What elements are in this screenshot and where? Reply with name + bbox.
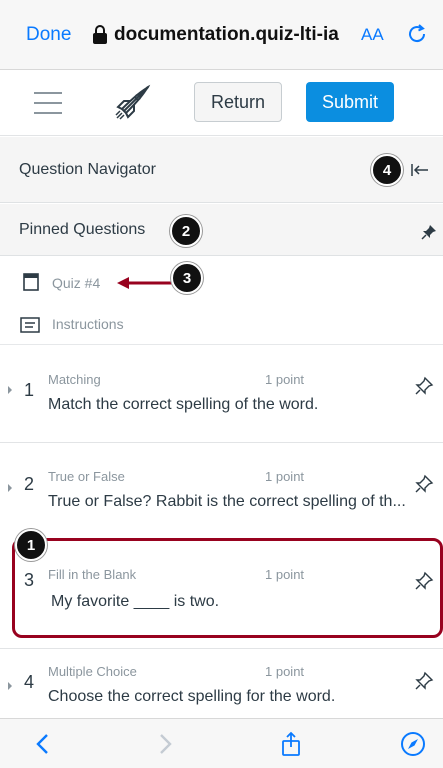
compass-icon[interactable] bbox=[400, 731, 426, 757]
rocket-icon bbox=[115, 84, 151, 120]
question-type: True or False bbox=[48, 469, 125, 484]
quiz-link[interactable]: Quiz #4 bbox=[0, 257, 443, 305]
collapse-navigator-icon[interactable] bbox=[410, 162, 430, 178]
pin-outline-icon[interactable] bbox=[414, 671, 434, 691]
question-number: 1 bbox=[24, 380, 35, 400]
question-text: Match the correct spelling of the word. bbox=[48, 396, 319, 413]
done-button[interactable]: Done bbox=[26, 24, 71, 46]
question-text: True or False? Rabbit is the correct spe… bbox=[48, 493, 406, 510]
question-number: 2 bbox=[24, 474, 35, 494]
quiz-title: Quiz #4 bbox=[52, 275, 101, 291]
back-icon[interactable] bbox=[30, 731, 56, 757]
callout-3: 3 bbox=[171, 262, 203, 294]
question-points: 1 point bbox=[265, 664, 305, 679]
submit-button[interactable]: Submit bbox=[306, 82, 394, 122]
question-number: 4 bbox=[24, 672, 35, 692]
instructions-link[interactable]: Instructions bbox=[0, 305, 443, 345]
forward-icon[interactable] bbox=[152, 731, 178, 757]
caret-right-icon bbox=[8, 484, 12, 492]
highlight-box bbox=[12, 538, 443, 638]
caret-right-icon bbox=[8, 386, 12, 394]
question-item-2[interactable]: 2 True or False 1 point True or False? R… bbox=[0, 443, 443, 533]
question-item-1[interactable]: 1 Matching 1 point Match the correct spe… bbox=[0, 346, 443, 442]
hamburger-icon[interactable] bbox=[34, 92, 62, 114]
question-type: Matching bbox=[48, 372, 101, 387]
return-button[interactable]: Return bbox=[194, 82, 282, 122]
question-points: 1 point bbox=[265, 372, 305, 387]
lock-icon bbox=[93, 25, 107, 44]
caret-right-icon bbox=[8, 682, 12, 690]
pin-filled-icon bbox=[421, 225, 436, 240]
reload-icon[interactable] bbox=[406, 23, 428, 45]
question-text: Choose the correct spelling for the word… bbox=[48, 688, 336, 705]
question-points: 1 point bbox=[265, 469, 305, 484]
browser-top-bar: Done documentation.quiz-lti-ia AA bbox=[0, 0, 443, 70]
browser-bottom-bar bbox=[0, 718, 443, 768]
instructions-label: Instructions bbox=[52, 316, 124, 332]
share-icon[interactable] bbox=[278, 731, 304, 757]
quiz-document-icon bbox=[23, 273, 39, 291]
question-navigator-title: Question Navigator bbox=[19, 161, 156, 178]
callout-2: 2 bbox=[170, 215, 202, 247]
pin-outline-icon[interactable] bbox=[414, 376, 434, 396]
quiz-toolbar: Return Submit bbox=[0, 70, 443, 136]
instructions-icon bbox=[20, 317, 40, 333]
pin-outline-icon[interactable] bbox=[414, 474, 434, 494]
question-item-4[interactable]: 4 Multiple Choice 1 point Choose the cor… bbox=[0, 649, 443, 717]
question-type: Multiple Choice bbox=[48, 664, 137, 679]
callout-4: 4 bbox=[371, 154, 403, 186]
text-size-button[interactable]: AA bbox=[361, 25, 384, 45]
pinned-questions-title: Pinned Questions bbox=[19, 221, 146, 238]
address-bar[interactable]: documentation.quiz-lti-ia bbox=[92, 22, 348, 48]
pinned-questions-header: Pinned Questions bbox=[0, 204, 443, 256]
callout-1: 1 bbox=[15, 529, 47, 561]
url-text: documentation.quiz-lti-ia bbox=[114, 24, 339, 45]
callout-arrow bbox=[117, 277, 175, 289]
